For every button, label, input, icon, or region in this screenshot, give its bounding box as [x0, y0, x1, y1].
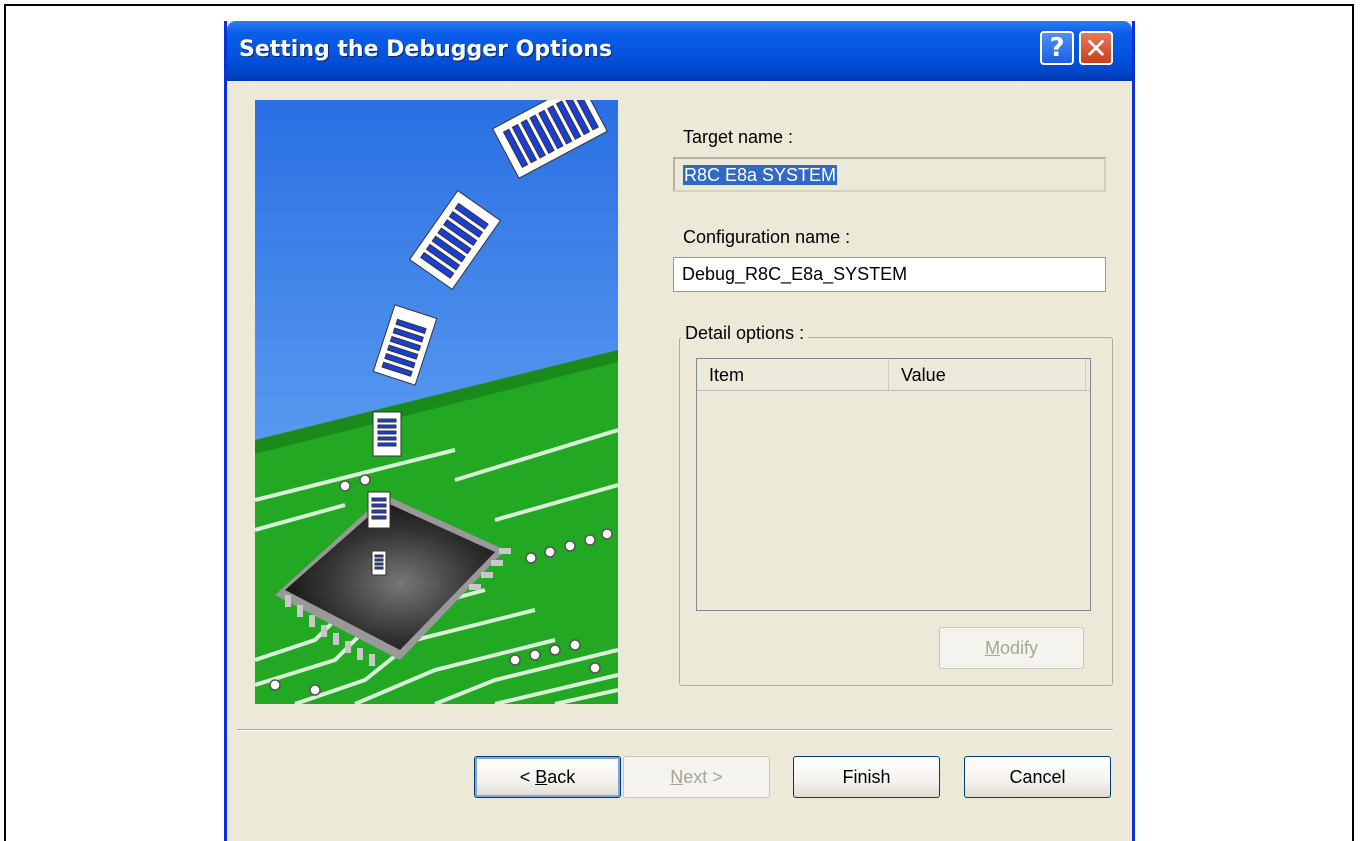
detail-options-label: Detail options :: [681, 323, 809, 344]
next-mnemonic: N: [670, 766, 684, 787]
detail-options-list[interactable]: Item Value: [696, 358, 1091, 611]
target-name-value: R8C E8a SYSTEM: [683, 165, 838, 185]
list-header: Item Value: [697, 359, 1090, 391]
help-button[interactable]: ?: [1040, 31, 1074, 65]
modify-button[interactable]: Modify: [939, 627, 1084, 669]
column-header-value[interactable]: Value: [889, 359, 1086, 390]
debugger-options-dialog: Setting the Debugger Options ? ✕ Target …: [224, 21, 1135, 841]
cancel-button[interactable]: Cancel: [964, 756, 1111, 798]
back-mnemonic: B: [535, 766, 548, 787]
back-prefix: <: [519, 766, 536, 787]
modify-mnemonic: M: [984, 637, 1000, 658]
modify-label: odify: [999, 637, 1039, 658]
dialog-title: Setting the Debugger Options: [239, 37, 613, 62]
title-bar[interactable]: Setting the Debugger Options ? ✕: [227, 21, 1132, 81]
help-icon: ?: [1049, 33, 1065, 63]
configuration-name-input[interactable]: [673, 257, 1106, 292]
wizard-illustration: [255, 100, 618, 704]
button-separator: [237, 729, 1113, 731]
next-button[interactable]: Next >: [623, 756, 770, 798]
close-button[interactable]: ✕: [1079, 31, 1113, 65]
next-label: ext >: [683, 766, 723, 787]
target-name-field[interactable]: R8C E8a SYSTEM: [673, 157, 1106, 192]
back-button[interactable]: < Back: [474, 756, 621, 798]
back-label: ack: [547, 766, 576, 787]
column-header-item[interactable]: Item: [697, 359, 889, 390]
configuration-name-label: Configuration name :: [683, 227, 851, 247]
finish-button[interactable]: Finish: [793, 756, 940, 798]
close-icon: ✕: [1084, 31, 1108, 65]
target-name-label: Target name :: [683, 127, 794, 147]
